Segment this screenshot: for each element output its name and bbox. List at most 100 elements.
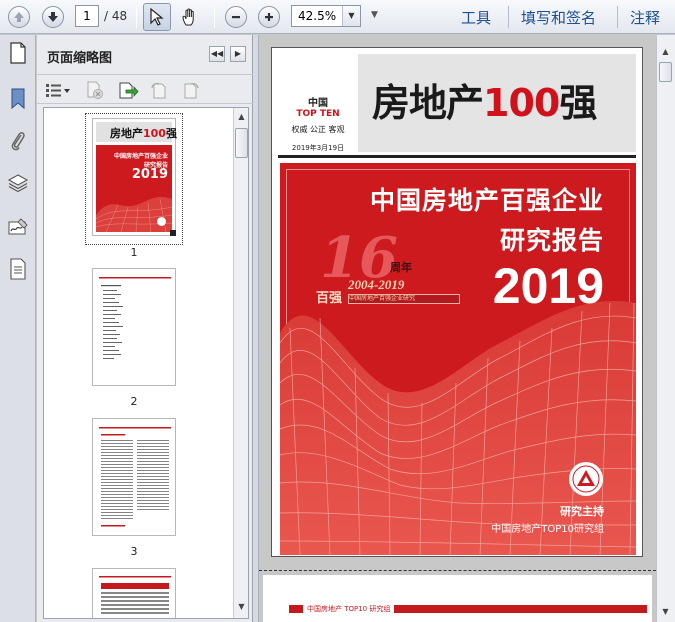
thumbnail-resize-handle[interactable] bbox=[170, 230, 176, 236]
toolbar-divider bbox=[214, 6, 215, 28]
masthead-date: 2019年3月19日 bbox=[291, 144, 345, 152]
thumb-cover-header: 房地产100强 bbox=[96, 122, 177, 142]
thumb-logo-icon bbox=[157, 217, 166, 226]
scrollbar-thumb[interactable] bbox=[659, 62, 672, 82]
cursor-icon bbox=[150, 7, 164, 26]
thumb-cover-title: 房地产100强 bbox=[110, 127, 177, 140]
thumbnail-page-4[interactable] bbox=[92, 568, 176, 618]
comment-menu[interactable]: 注释 bbox=[630, 7, 660, 28]
options-list-icon bbox=[46, 84, 70, 97]
page-number-input[interactable]: 1 bbox=[75, 5, 99, 27]
thumb-cover-year: 2019 bbox=[131, 167, 168, 182]
page-properties-button[interactable] bbox=[149, 80, 169, 103]
toolbar-divider bbox=[508, 6, 509, 28]
thumb-table-preview bbox=[99, 576, 171, 614]
arrow-up-icon bbox=[8, 6, 30, 28]
rotate-pages-button[interactable] bbox=[117, 79, 139, 104]
report-year: 2019 bbox=[492, 258, 604, 314]
bookmarks-toggle[interactable] bbox=[6, 87, 30, 111]
thumbnail-label: 2 bbox=[130, 395, 138, 408]
document-page-1: 中国 TOP TEN 权威 公正 客观 2019年3月19日 房地产100强 中… bbox=[271, 47, 643, 557]
plus-icon bbox=[258, 6, 280, 28]
anniv-badge: 百强 bbox=[316, 291, 343, 306]
thumbnail-scrollbar[interactable]: ▲ ▼ bbox=[233, 108, 248, 618]
more-tools-icon[interactable]: ▼ bbox=[371, 10, 378, 20]
thumbnail-page-3[interactable] bbox=[92, 418, 176, 536]
tools-menu[interactable]: 工具 bbox=[461, 7, 491, 28]
masthead-china: 中国 bbox=[308, 98, 328, 109]
collapse-panel-button[interactable]: ◀◀ bbox=[209, 46, 225, 62]
minus-icon bbox=[225, 6, 247, 28]
layers-toggle[interactable] bbox=[6, 171, 30, 195]
print-pages-button[interactable] bbox=[181, 80, 201, 103]
report-title-line1: 中国房地产百强企业 bbox=[369, 186, 604, 215]
cover-rule bbox=[278, 155, 636, 158]
cover-red-panel: 中国房地产百强企业 研究报告 2019 16 周年 2004-2019 百强 中… bbox=[280, 163, 636, 555]
document-lines-icon bbox=[10, 258, 26, 280]
report-title-line2: 研究报告 bbox=[499, 226, 604, 255]
thumbnail-page-2[interactable] bbox=[92, 268, 176, 386]
thumb-cover-red: 中国房地产百强企业 研究报告 2019 bbox=[96, 145, 172, 232]
masthead-topten: TOP TEN bbox=[296, 109, 340, 119]
thumb-text-preview bbox=[99, 427, 171, 527]
toolbar-divider bbox=[617, 6, 618, 28]
rotate-right-icon bbox=[184, 82, 199, 99]
page-icon bbox=[10, 42, 26, 64]
thumb-cover-line1: 中国房地产百强企业 bbox=[113, 153, 168, 160]
signatures-toggle[interactable] bbox=[6, 215, 30, 239]
anniv-text: 中国房地产百强企业研究 bbox=[348, 294, 460, 304]
export-page-icon bbox=[119, 82, 139, 99]
scroll-up-icon[interactable]: ▲ bbox=[658, 45, 673, 59]
chevron-down-icon[interactable]: ▼ bbox=[342, 6, 360, 26]
next-page-button[interactable] bbox=[40, 4, 66, 30]
thumbnail-options-button[interactable] bbox=[45, 81, 71, 99]
layers-icon bbox=[7, 174, 29, 193]
cover-big-title: 房地产100强 bbox=[372, 81, 597, 125]
anniv-range: 2004-2019 bbox=[348, 277, 405, 292]
thumbnail-label: 3 bbox=[130, 545, 138, 558]
scroll-up-icon[interactable]: ▲ bbox=[234, 110, 248, 124]
panel-header: 页面缩略图 ◀◀ ▶ bbox=[37, 35, 253, 75]
page-thumbnails-toggle[interactable] bbox=[6, 41, 30, 65]
delete-pages-button[interactable] bbox=[85, 80, 105, 103]
attachments-toggle[interactable] bbox=[6, 129, 30, 153]
navigation-rail bbox=[0, 35, 36, 622]
document-view: 中国 TOP TEN 权威 公正 客观 2019年3月19日 房地产100强 中… bbox=[259, 35, 656, 622]
bookmark-icon bbox=[11, 88, 25, 110]
scrollbar-thumb[interactable] bbox=[235, 128, 248, 158]
cover-header: 中国 TOP TEN 权威 公正 客观 2019年3月19日 房地产100强 bbox=[278, 54, 636, 152]
panel-toolbar bbox=[37, 76, 253, 104]
select-tool-button[interactable] bbox=[143, 3, 171, 31]
toolbar: 1 / 48 42.5% ▼ ▼ 工具 填写和签名 注释 bbox=[0, 0, 675, 34]
thumbnail-label: 1 bbox=[130, 246, 138, 259]
host-label: 研究主持 bbox=[560, 505, 604, 518]
anniv-suffix: 周年 bbox=[390, 261, 412, 274]
rotate-left-icon bbox=[151, 82, 166, 99]
cover-title-band: 房地产100强 bbox=[358, 54, 636, 152]
page-thumbnails-panel: 页面缩略图 ◀◀ ▶ 房地产100强 中国房地产百强企业 研究报告 2019 1… bbox=[37, 35, 253, 622]
hand-tool-button[interactable] bbox=[177, 4, 203, 30]
host-name: 中国房地产TOP10研究组 bbox=[491, 524, 604, 535]
page2-header-text: 中国房地产 TOP10 研究组 bbox=[303, 604, 395, 614]
expand-panel-button[interactable]: ▶ bbox=[230, 46, 246, 62]
arrow-down-icon bbox=[42, 6, 64, 28]
scroll-down-icon[interactable]: ▼ bbox=[658, 605, 673, 619]
page-break-line bbox=[259, 570, 656, 571]
zoom-level-value: 42.5% bbox=[298, 9, 337, 23]
thumbnail-page-1[interactable]: 房地产100强 中国房地产百强企业 研究报告 2019 bbox=[92, 118, 177, 236]
scroll-down-icon[interactable]: ▼ bbox=[234, 600, 248, 614]
research-emblem-icon bbox=[569, 462, 603, 496]
content-toggle[interactable] bbox=[6, 257, 30, 281]
anniversary-logo: 16 周年 2004-2019 百强 中国房地产百强企业研究 bbox=[316, 225, 460, 315]
signature-icon bbox=[8, 218, 28, 235]
previous-page-button[interactable] bbox=[6, 4, 32, 30]
paperclip-icon bbox=[11, 132, 25, 151]
cover-masthead: 中国 TOP TEN 权威 公正 客观 2019年3月19日 bbox=[278, 54, 358, 152]
fill-sign-menu[interactable]: 填写和签名 bbox=[521, 7, 596, 28]
masthead-motto: 权威 公正 客观 bbox=[291, 125, 345, 134]
toolbar-divider bbox=[136, 6, 137, 28]
zoom-level-select[interactable]: 42.5% ▼ bbox=[291, 5, 361, 27]
zoom-in-button[interactable] bbox=[256, 4, 282, 30]
document-scrollbar[interactable]: ▲ ▼ bbox=[656, 35, 675, 622]
zoom-out-button[interactable] bbox=[223, 4, 249, 30]
